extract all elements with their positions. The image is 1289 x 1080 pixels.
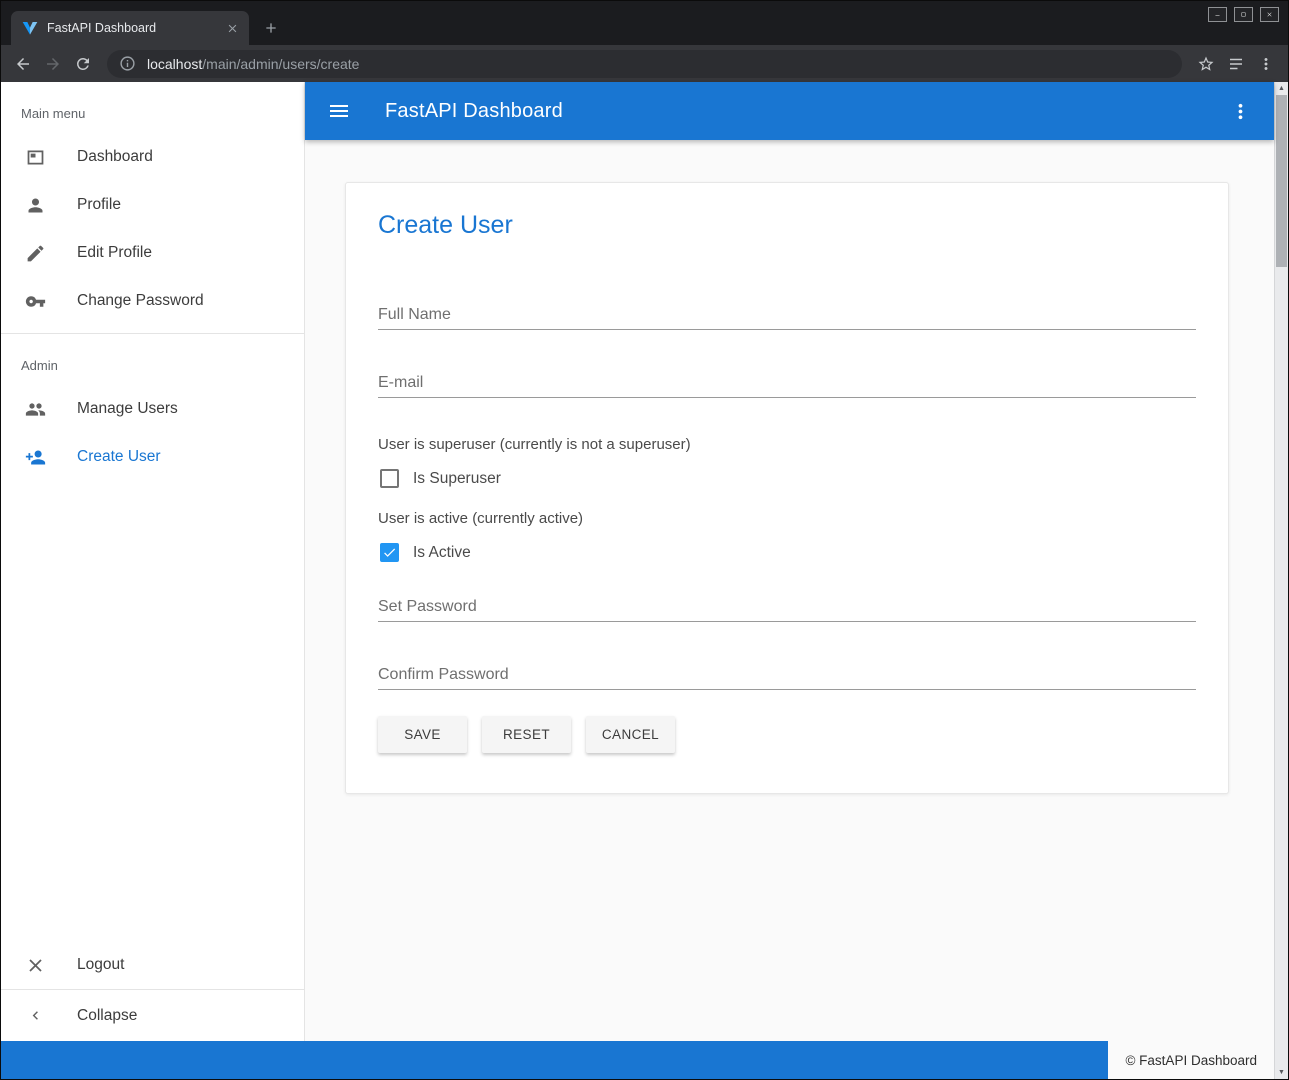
sidebar-item-edit-profile[interactable]: Edit Profile <box>1 229 304 277</box>
scrollbar-track[interactable] <box>1275 267 1288 1066</box>
back-button[interactable] <box>9 50 37 78</box>
url-host: localhost <box>147 56 202 72</box>
tab-title: FastAPI Dashboard <box>47 21 224 35</box>
active-hint: User is active (currently active) <box>378 510 1196 527</box>
is-superuser-label: Is Superuser <box>413 470 501 488</box>
confirm-password-field <box>378 660 1196 690</box>
main-area: FastAPI Dashboard Create User <box>305 82 1274 1041</box>
sidebar-item-label: Change Password <box>77 292 204 310</box>
sidebar-item-label: Collapse <box>77 1007 137 1025</box>
sidebar-header-main: Main menu <box>1 82 304 133</box>
scrollbar[interactable]: ▲ ▼ <box>1274 82 1288 1079</box>
reload-button[interactable] <box>69 50 97 78</box>
set-password-input[interactable] <box>378 592 1196 622</box>
superuser-checkbox-row: Is Superuser <box>378 469 1196 488</box>
group-icon <box>25 399 46 420</box>
sidebar-item-label: Logout <box>77 956 124 974</box>
page-content: Create User User is superuser (currently… <box>305 140 1274 1041</box>
web-page: Main menu Dashboard Profile <box>1 82 1288 1079</box>
browser-action-icon[interactable] <box>1222 50 1250 78</box>
active-checkbox-row: Is Active <box>378 543 1196 562</box>
sidebar-item-label: Edit Profile <box>77 244 152 262</box>
scroll-up-button[interactable]: ▲ <box>1275 82 1288 95</box>
page-inner: Main menu Dashboard Profile <box>1 82 1274 1079</box>
save-button[interactable]: SAVE <box>378 716 467 753</box>
form-buttons: SAVE RESET CANCEL <box>378 716 1196 753</box>
dots-vertical-icon[interactable] <box>1229 100 1252 123</box>
page-title: Create User <box>378 211 1196 240</box>
app-bar: FastAPI Dashboard <box>305 82 1274 140</box>
sidebar-item-profile[interactable]: Profile <box>1 181 304 229</box>
tab-close-icon[interactable] <box>224 20 241 37</box>
set-password-field <box>378 592 1196 622</box>
close-window-button[interactable] <box>1260 7 1279 22</box>
sidebar-item-manage-users[interactable]: Manage Users <box>1 385 304 433</box>
footer-fill <box>1 1041 1108 1079</box>
sidebar-spacer <box>1 481 304 941</box>
create-user-card: Create User User is superuser (currently… <box>345 182 1229 794</box>
sidebar-divider <box>1 333 304 334</box>
footer-copyright: © FastAPI Dashboard <box>1108 1041 1274 1079</box>
browser-toolbar: localhost /main/admin/users/create <box>1 45 1288 82</box>
minimize-button[interactable] <box>1208 7 1227 22</box>
check-icon <box>382 545 397 560</box>
sidebar-item-label: Dashboard <box>77 148 153 166</box>
is-active-checkbox[interactable] <box>380 543 399 562</box>
sidebar-item-label: Profile <box>77 196 121 214</box>
url-path: /main/admin/users/create <box>202 56 359 72</box>
window-controls <box>1208 7 1279 22</box>
chevron-left-icon <box>27 1007 44 1024</box>
browser-menu-button[interactable] <box>1252 50 1280 78</box>
reset-button[interactable]: RESET <box>482 716 571 753</box>
person-icon <box>25 195 46 216</box>
app-footer: © FastAPI Dashboard <box>1 1041 1274 1079</box>
dashboard-icon <box>25 147 46 168</box>
browser-tab[interactable]: FastAPI Dashboard <box>11 11 249 45</box>
sidebar-item-dashboard[interactable]: Dashboard <box>1 133 304 181</box>
sidebar-item-label: Manage Users <box>77 400 178 418</box>
vuetify-logo-icon <box>22 20 38 36</box>
address-bar[interactable]: localhost /main/admin/users/create <box>107 50 1182 78</box>
is-superuser-checkbox[interactable] <box>380 469 399 488</box>
email-field <box>378 368 1196 398</box>
superuser-hint: User is superuser (currently is not a su… <box>378 436 1196 453</box>
appbar-title: FastAPI Dashboard <box>385 100 563 123</box>
sidebar-item-logout[interactable]: Logout <box>1 941 304 989</box>
scrollbar-thumb[interactable] <box>1276 95 1287 267</box>
full-name-input[interactable] <box>378 300 1196 330</box>
sidebar-item-create-user[interactable]: Create User <box>1 433 304 481</box>
person-add-icon <box>25 447 46 468</box>
key-icon <box>25 291 46 312</box>
pencil-icon <box>25 243 46 264</box>
sidebar-header-admin: Admin <box>1 342 304 385</box>
browser-titlebar: FastAPI Dashboard <box>1 1 1288 45</box>
scroll-down-button[interactable]: ▼ <box>1275 1066 1288 1079</box>
sidebar-item-label: Create User <box>77 448 161 466</box>
full-name-field <box>378 300 1196 330</box>
email-input[interactable] <box>378 368 1196 398</box>
is-active-label: Is Active <box>413 544 471 562</box>
sidebar-item-collapse[interactable]: Collapse <box>1 989 304 1041</box>
cancel-button[interactable]: CANCEL <box>586 716 675 753</box>
maximize-button[interactable] <box>1234 7 1253 22</box>
bookmark-star-icon[interactable] <box>1192 50 1220 78</box>
close-icon <box>25 955 46 976</box>
new-tab-button[interactable] <box>258 15 284 41</box>
forward-button[interactable] <box>39 50 67 78</box>
site-info-icon[interactable] <box>119 55 136 72</box>
hamburger-menu-icon[interactable] <box>327 99 351 123</box>
browser-window: FastAPI Dashboard <box>0 0 1289 1080</box>
content-row: Main menu Dashboard Profile <box>1 82 1274 1041</box>
sidebar-item-change-password[interactable]: Change Password <box>1 277 304 325</box>
sidebar: Main menu Dashboard Profile <box>1 82 305 1041</box>
confirm-password-input[interactable] <box>378 660 1196 690</box>
